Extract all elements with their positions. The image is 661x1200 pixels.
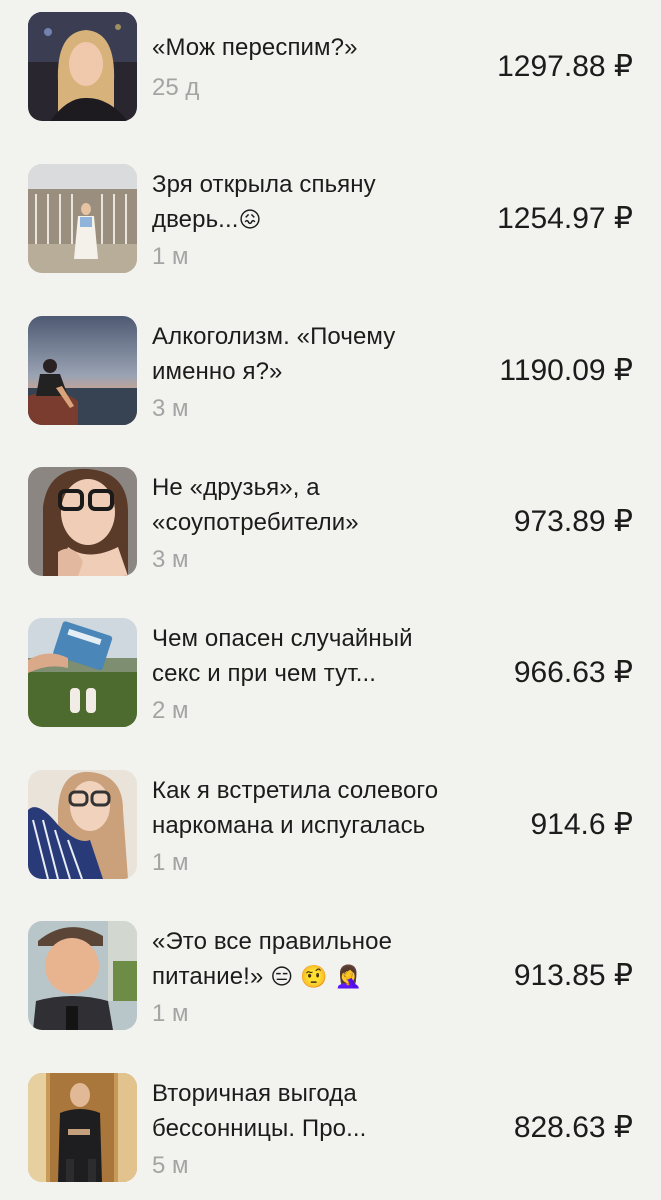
list-item[interactable]: Алкоголизм. «Почему именно я?» 3 м 1190.… <box>0 316 661 428</box>
earnings-amount: 828.63 ₽ <box>513 1111 633 1144</box>
woman-glasses-portrait-photo-icon <box>28 467 137 576</box>
article-age: 25 д <box>152 74 200 101</box>
article-title: Алкоголизм. «Почему именно я?» <box>152 323 396 385</box>
article-title: «Мож переспим?» <box>152 34 358 61</box>
list-item[interactable]: «Это все правильное питание!» 😑 🤨 🤦‍♀️ 1… <box>0 921 661 1033</box>
article-title: Как я встретила солевого наркомана и исп… <box>152 777 439 839</box>
woman-by-fence-photo-icon <box>28 164 137 273</box>
woman-mirror-selfie-photo-icon <box>28 1073 137 1182</box>
earnings-amount: 913.85 ₽ <box>513 959 633 992</box>
list-item[interactable]: Зря открыла спьяну дверь...😖 1 м 1254.97… <box>0 164 661 276</box>
article-age: 3 м <box>152 546 189 573</box>
article-age: 2 м <box>152 697 189 724</box>
confounded-face-emoji: 😖 <box>238 208 262 233</box>
earnings-amount: 973.89 ₽ <box>513 505 633 538</box>
article-title: «Это все правильное питание!» 😑 🤨 🤦‍♀️ <box>152 928 393 990</box>
earnings-amount: 1190.09 ₽ <box>499 354 633 387</box>
article-title: Зря открыла спьяну дверь...😖 <box>152 171 376 233</box>
list-item[interactable]: Чем опасен случайный секс и при чем тут.… <box>0 618 661 730</box>
article-age: 3 м <box>152 395 189 422</box>
earnings-amount: 914.6 ₽ <box>530 808 634 841</box>
book-on-grass-photo-icon <box>28 618 137 727</box>
list-item[interactable]: Вторичная выгода бессонницы. Про... 5 м … <box>0 1073 661 1185</box>
woman-portrait-photo-icon <box>28 12 137 121</box>
earnings-amount: 1297.88 ₽ <box>497 50 633 83</box>
person-on-rock-sunset-photo-icon <box>28 316 137 425</box>
list-item[interactable]: Как я встретила солевого наркомана и исп… <box>0 770 661 882</box>
article-title: Вторичная выгода бессонницы. Про... <box>152 1080 367 1142</box>
article-age: 1 м <box>152 849 189 876</box>
earnings-amount: 1254.97 ₽ <box>497 202 633 235</box>
woman-glasses-striped-shirt-photo-icon <box>28 770 137 879</box>
earnings-amount: 966.63 ₽ <box>513 656 633 689</box>
article-earnings-list: «Мож переспим?» 25 д 1297.88 ₽ Зря откры… <box>0 0 661 1200</box>
article-age: 1 м <box>152 1000 189 1027</box>
reaction-emojis: 😑 🤨 🤦‍♀️ <box>270 965 363 990</box>
list-item[interactable]: Не «друзья», а «соупотребители» 3 м 973.… <box>0 467 661 579</box>
article-title: Не «друзья», а «соупотребители» <box>152 474 359 536</box>
article-age: 5 м <box>152 1152 189 1179</box>
article-title: Чем опасен случайный секс и при чем тут.… <box>152 625 413 687</box>
article-age: 1 м <box>152 243 189 270</box>
person-cap-outdoors-photo-icon <box>28 921 137 1030</box>
list-item[interactable]: «Мож переспим?» 25 д 1297.88 ₽ <box>0 12 661 124</box>
